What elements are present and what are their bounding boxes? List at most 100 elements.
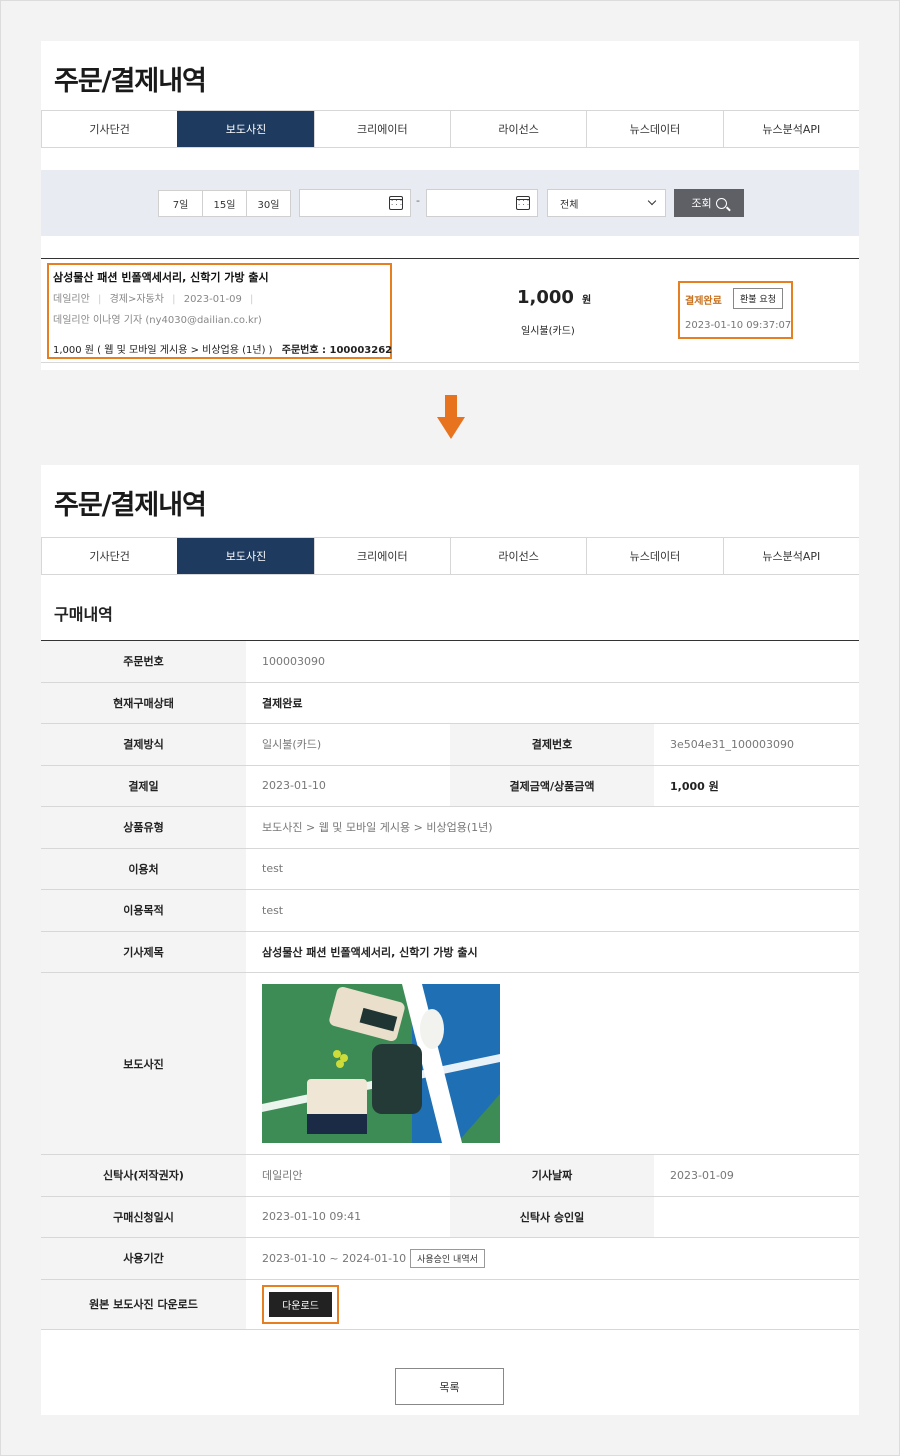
table-row: 구매신청일시 2023-01-10 09:41 신탁사 승인일 bbox=[41, 1196, 859, 1238]
row-label: 사용기간 bbox=[41, 1238, 246, 1279]
table-row: 신탁사(저작권자) 데일리안 기사날짜 2023-01-09 bbox=[41, 1155, 859, 1197]
photo-cell bbox=[246, 973, 859, 1154]
table-row: 보도사진 bbox=[41, 973, 859, 1155]
product-type-value: 보도사진 > 웹 및 모바일 게시용 > 비상업용(1년) bbox=[262, 821, 493, 835]
search-icon bbox=[715, 197, 727, 209]
order-source: 데일리안 bbox=[53, 294, 90, 305]
row-label: 기사제목 bbox=[41, 931, 246, 972]
end-date-input[interactable] bbox=[426, 189, 538, 217]
arrow-down-icon bbox=[437, 395, 465, 439]
search-button-label: 조회 bbox=[691, 197, 712, 210]
tab-press-photo[interactable]: 보도사진 bbox=[177, 111, 314, 147]
table-row: 원본 보도사진 다운로드 다운로드 bbox=[41, 1279, 859, 1330]
row-label: 결제방식 bbox=[41, 724, 246, 765]
tab-creator[interactable]: 크리에이터 bbox=[313, 538, 450, 574]
usage-purpose-value: test bbox=[262, 903, 284, 917]
table-row: 기사제목 삼성물산 패션 빈폴액세서리, 신학기 가방 출시 bbox=[41, 931, 859, 973]
row-label: 결제번호 bbox=[450, 724, 654, 765]
trustee-value: 데일리안 bbox=[262, 1169, 303, 1183]
tab-license[interactable]: 라이선스 bbox=[449, 538, 587, 574]
period-7-button[interactable]: 7일 bbox=[158, 190, 203, 217]
usage-place-value: test bbox=[262, 862, 284, 876]
calendar-icon[interactable] bbox=[516, 196, 530, 210]
order-row[interactable]: 삼성물산 패션 빈폴액세서리, 신학기 가방 출시 데일리안 | 경제>자동차 … bbox=[41, 258, 859, 363]
tab-press-photo[interactable]: 보도사진 bbox=[177, 538, 314, 574]
row-label: 신탁사(저작권자) bbox=[41, 1155, 246, 1196]
order-status: 결제완료 bbox=[685, 296, 722, 307]
article-date-value: 2023-01-09 bbox=[670, 1168, 734, 1182]
purchase-detail-table: 주문번호 100003090 현재구매상태 결제완료 결제방식 일시불(카드) … bbox=[41, 640, 859, 1330]
usage-period-value: 2023-01-10 ~ 2024-01-10 bbox=[262, 1251, 407, 1265]
usage-period-cell: 2023-01-10 ~ 2024-01-10 사용승인 내역서 bbox=[246, 1238, 859, 1279]
table-row: 사용기간 2023-01-10 ~ 2024-01-10 사용승인 내역서 bbox=[41, 1238, 859, 1280]
tab-creator[interactable]: 크리에이터 bbox=[313, 111, 450, 147]
table-row: 주문번호 100003090 bbox=[41, 641, 859, 683]
article-title-value: 삼성물산 패션 빈폴액세서리, 신학기 가방 출시 bbox=[262, 945, 478, 959]
order-price-value: 1,000 bbox=[517, 287, 574, 308]
row-label: 상품유형 bbox=[41, 807, 246, 848]
status-select[interactable]: 전체 bbox=[547, 189, 666, 217]
row-label: 보도사진 bbox=[41, 973, 246, 1154]
tab-news-api[interactable]: 뉴스분석API bbox=[722, 111, 859, 147]
tab-news-data[interactable]: 뉴스데이터 bbox=[586, 538, 723, 574]
category-tabs: 기사단건 보도사진 크리에이터 라이선스 뉴스데이터 뉴스분석API bbox=[41, 110, 859, 148]
order-number: 주문번호 : 100003262 bbox=[281, 345, 393, 356]
order-paid-at: 2023-01-10 09:37:07 bbox=[685, 320, 792, 331]
row-label: 현재구매상태 bbox=[41, 682, 246, 723]
order-pay-method: 일시불(카드) bbox=[521, 326, 575, 337]
list-button[interactable]: 목록 bbox=[395, 1368, 504, 1405]
calendar-icon[interactable] bbox=[389, 196, 403, 210]
order-reporter: 데일리안 이나영 기자 (ny4030@dailian.co.kr) bbox=[53, 315, 262, 326]
row-label: 구매신청일시 bbox=[41, 1196, 246, 1237]
table-row: 이용처 test bbox=[41, 848, 859, 890]
pay-amount-value: 1,000 원 bbox=[670, 779, 719, 793]
table-row: 현재구매상태 결제완료 bbox=[41, 682, 859, 724]
row-label: 신탁사 승인일 bbox=[450, 1196, 654, 1237]
row-label: 주문번호 bbox=[41, 641, 246, 682]
section-title: 구매내역 bbox=[54, 605, 113, 624]
order-date: 2023-01-09 bbox=[183, 294, 242, 305]
category-tabs: 기사단건 보도사진 크리에이터 라이선스 뉴스데이터 뉴스분석API bbox=[41, 537, 859, 575]
trustee-approval-value bbox=[654, 1197, 859, 1238]
table-row: 결제일 2023-01-10 결제금액/상품금액 1,000 원 bbox=[41, 765, 859, 807]
tab-article-single[interactable]: 기사단건 bbox=[41, 538, 178, 574]
tab-article-single[interactable]: 기사단건 bbox=[41, 111, 178, 147]
order-product-desc: 1,000 원 ( 웹 및 모바일 게시용 > 비상업용 (1년) ) bbox=[53, 345, 273, 356]
request-date-value: 2023-01-10 09:41 bbox=[262, 1210, 362, 1224]
order-product: 1,000 원 ( 웹 및 모바일 게시용 > 비상업용 (1년) ) 주문번호… bbox=[53, 341, 392, 356]
chevron-down-icon bbox=[647, 196, 657, 206]
filter-bar: 7일 15일 30일 - 전체 조회 bbox=[41, 170, 859, 236]
tab-news-data[interactable]: 뉴스데이터 bbox=[586, 111, 723, 147]
row-label: 원본 보도사진 다운로드 bbox=[41, 1279, 246, 1329]
period-30-button[interactable]: 30일 bbox=[246, 190, 291, 217]
usage-approval-doc-button[interactable]: 사용승인 내역서 bbox=[410, 1248, 485, 1268]
row-label: 결제금액/상품금액 bbox=[450, 765, 654, 806]
row-label: 이용처 bbox=[41, 848, 246, 889]
start-date-input[interactable] bbox=[299, 189, 411, 217]
table-row: 이용목적 test bbox=[41, 890, 859, 932]
page-title: 주문/결제내역 bbox=[54, 490, 207, 521]
press-photo-image bbox=[262, 984, 500, 1143]
order-list-panel: 주문/결제내역 기사단건 보도사진 크리에이터 라이선스 뉴스데이터 뉴스분석A… bbox=[41, 41, 859, 370]
table-row: 결제방식 일시불(카드) 결제번호 3e504e31_100003090 bbox=[41, 724, 859, 766]
page-title: 주문/결제내역 bbox=[54, 66, 207, 97]
order-article-title[interactable]: 삼성물산 패션 빈폴액세서리, 신학기 가방 출시 bbox=[53, 269, 269, 285]
row-label: 이용목적 bbox=[41, 890, 246, 931]
order-price: 1,000 원 bbox=[517, 287, 591, 308]
status-value: 결제완료 bbox=[262, 696, 303, 710]
tab-license[interactable]: 라이선스 bbox=[449, 111, 587, 147]
order-number-value: 100003090 bbox=[262, 654, 325, 668]
press-photo bbox=[262, 984, 500, 1143]
order-price-currency: 원 bbox=[582, 295, 592, 306]
table-row: 상품유형 보도사진 > 웹 및 모바일 게시용 > 비상업용(1년) bbox=[41, 807, 859, 849]
order-category: 경제>자동차 bbox=[109, 294, 164, 305]
period-15-button[interactable]: 15일 bbox=[202, 190, 247, 217]
refund-request-button[interactable]: 환불 요청 bbox=[733, 288, 783, 309]
search-button[interactable]: 조회 bbox=[674, 189, 744, 217]
download-button[interactable]: 다운로드 bbox=[269, 1291, 332, 1317]
status-select-value: 전체 bbox=[560, 199, 579, 211]
tab-news-api[interactable]: 뉴스분석API bbox=[722, 538, 859, 574]
pay-date-value: 2023-01-10 bbox=[262, 779, 326, 793]
order-meta: 데일리안 | 경제>자동차 | 2023-01-09 | bbox=[53, 294, 254, 305]
payment-number-value: 3e504e31_100003090 bbox=[670, 737, 795, 751]
